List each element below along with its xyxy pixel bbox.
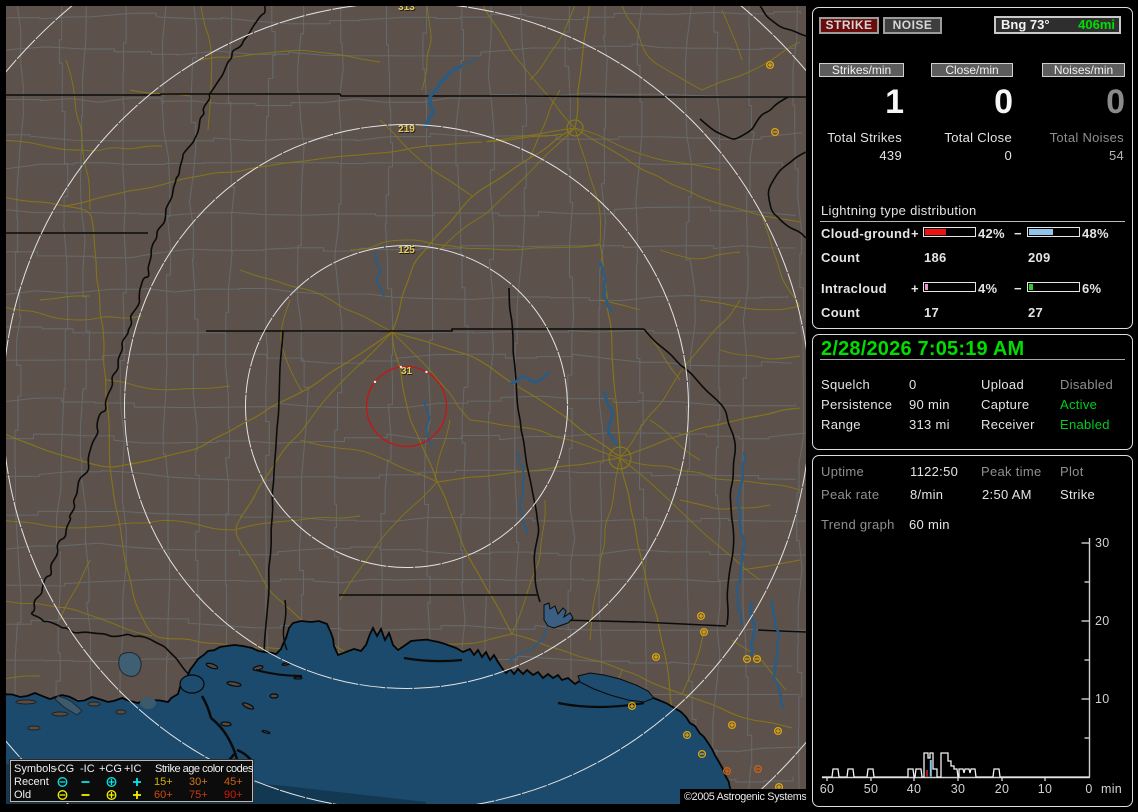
svg-text:219: 219	[398, 124, 415, 135]
svg-text:©2005 Astrogenic Systems: ©2005 Astrogenic Systems	[684, 791, 806, 803]
svg-text:313: 313	[398, 6, 415, 13]
svg-text:31: 31	[401, 366, 413, 377]
svg-text:125: 125	[398, 245, 415, 256]
